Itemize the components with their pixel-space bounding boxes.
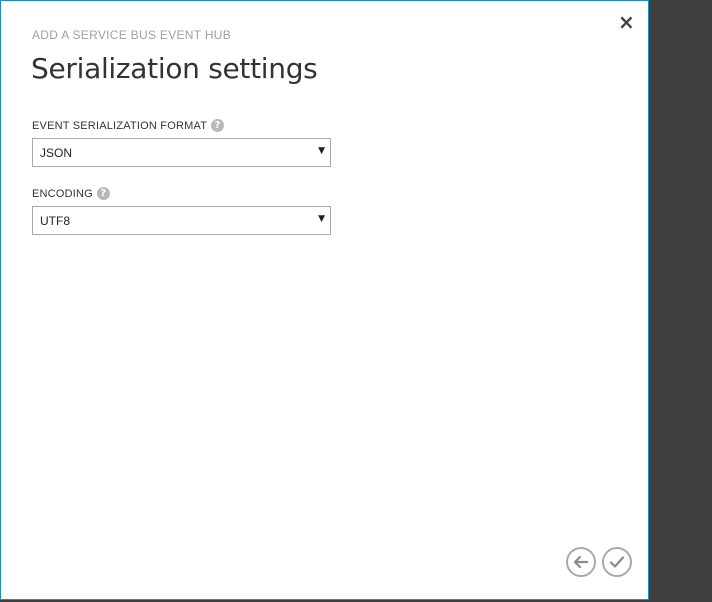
help-icon[interactable]: ? — [96, 187, 110, 200]
encoding-label-text: ENCODING — [32, 187, 93, 200]
page-title: Serialization settings — [31, 52, 318, 85]
chevron-down-icon: ▼ — [318, 214, 325, 224]
wizard-title: ADD A SERVICE BUS EVENT HUB — [32, 28, 232, 42]
serialization-format-label-text: EVENT SERIALIZATION FORMAT — [32, 119, 208, 132]
help-icon[interactable]: ? — [211, 119, 225, 132]
serialization-format-label: EVENT SERIALIZATION FORMAT ? — [32, 119, 225, 132]
arrow-left-icon — [573, 555, 589, 569]
serialization-format-select[interactable]: JSON ▼ — [32, 138, 331, 167]
chevron-down-icon: ▼ — [318, 146, 325, 156]
complete-button[interactable] — [602, 547, 632, 577]
dialog: × ADD A SERVICE BUS EVENT HUB Serializat… — [0, 0, 649, 600]
serialization-format-value: JSON — [40, 146, 73, 160]
encoding-label: ENCODING ? — [32, 187, 110, 200]
checkmark-icon — [609, 556, 625, 568]
close-button[interactable]: × — [618, 12, 635, 32]
back-button[interactable] — [566, 547, 596, 577]
encoding-value: UTF8 — [40, 214, 70, 228]
encoding-select[interactable]: UTF8 ▼ — [32, 206, 331, 235]
